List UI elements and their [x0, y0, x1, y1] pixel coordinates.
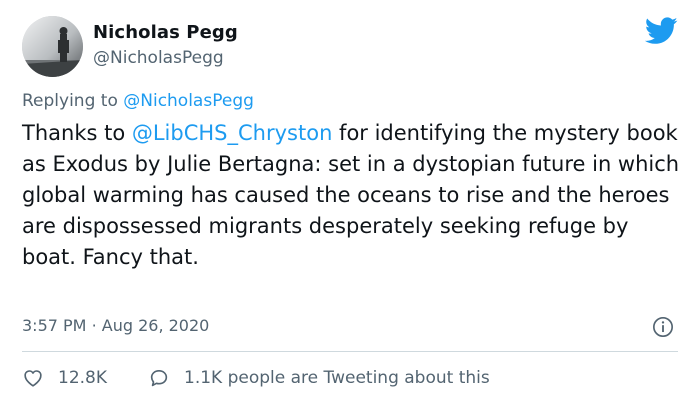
divider	[22, 351, 678, 352]
tweet-card: Nicholas Pegg @NicholasPegg Replying to …	[0, 0, 700, 406]
avatar[interactable]	[22, 16, 83, 77]
speech-bubble-icon	[150, 370, 168, 387]
tweet-text: Thanks to @LibCHS_Chryston for identifyi…	[22, 118, 682, 273]
like-button[interactable]: 12.8K	[22, 367, 107, 389]
author-display-name[interactable]: Nicholas Pegg	[93, 22, 238, 43]
heart-icon	[24, 370, 42, 387]
reply-prefix: Replying to	[22, 91, 118, 111]
mention-link[interactable]: @LibCHS_Chryston	[132, 121, 333, 145]
reply-context: Replying to @NicholasPegg	[22, 91, 254, 111]
conversation-link[interactable]: 1.1K people are Tweeting about this	[148, 367, 490, 389]
tweet-text-before: Thanks to	[22, 121, 132, 145]
author-handle[interactable]: @NicholasPegg	[93, 48, 224, 68]
reply-mention-link[interactable]: @NicholasPegg	[123, 91, 254, 111]
twitter-bird-icon[interactable]	[645, 17, 678, 45]
meta-separator: ·	[91, 316, 97, 335]
timestamp[interactable]: 3:57 PM · Aug 26, 2020	[22, 316, 209, 335]
tweet-time[interactable]: 3:57 PM	[22, 316, 86, 335]
avatar-photo	[22, 16, 83, 77]
info-icon[interactable]	[652, 316, 674, 338]
conversation-text: 1.1K people are Tweeting about this	[184, 368, 490, 388]
like-count: 12.8K	[58, 368, 107, 388]
tweet-date[interactable]: Aug 26, 2020	[102, 316, 210, 335]
